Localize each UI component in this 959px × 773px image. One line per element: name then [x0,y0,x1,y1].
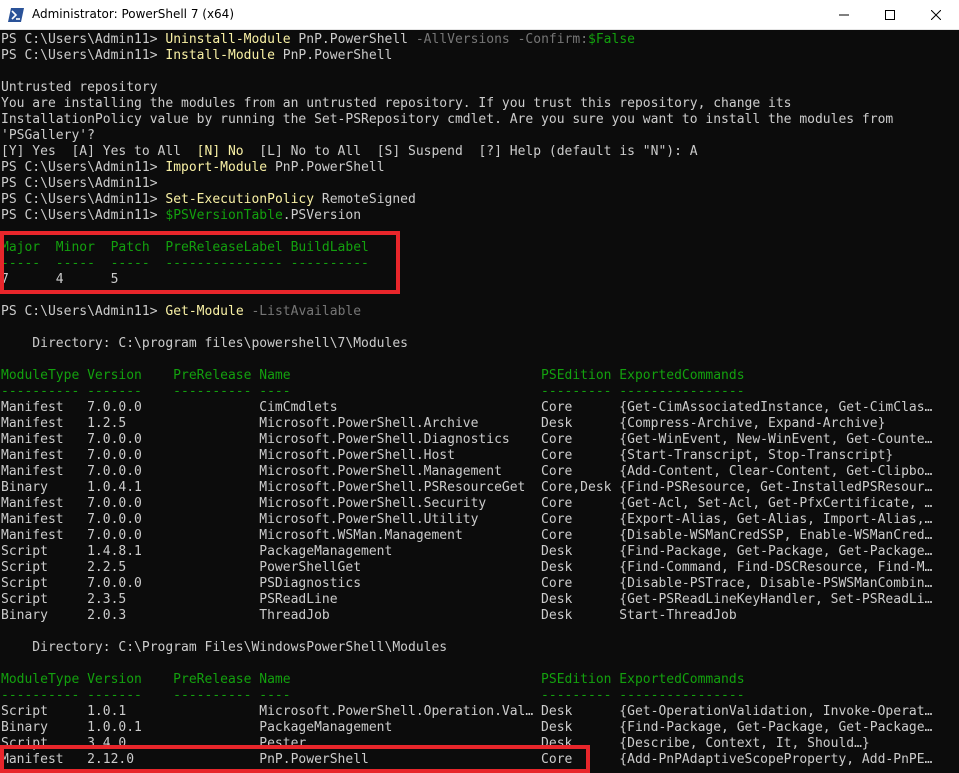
terminal-line: Manifest 7.0.0.0 Microsoft.PowerShell.Di… [1,432,932,448]
terminal-line: PS C:\Users\Admin11> $PSVersionTable.PSV… [1,208,361,224]
terminal-text: .PSVersion [282,208,362,223]
terminal-line: Binary 2.0.3 ThreadJob Desk Start-Thread… [1,608,737,624]
terminal-text: Manifest 7.0.0.0 CimCmdlets Core {Get-Ci… [1,400,933,415]
terminal-line: PS C:\Users\Admin11> Uninstall-Module Pn… [1,32,635,48]
terminal-line: Untrusted repository [1,80,158,96]
terminal-text: PS C:\Users\Admin11> [1,192,166,207]
terminal-text: InstallationPolicy value by running the … [1,112,894,127]
terminal-text: PS C:\Users\Admin11> [1,48,166,63]
terminal-text: Install-Module [165,48,275,63]
terminal-text: Binary 1.0.0.1 PackageManagement Desk {F… [1,720,933,735]
terminal-text: 'PSGallery'? [1,128,95,143]
terminal-text: Script 1.4.8.1 PackageManagement Desk {F… [1,544,933,559]
terminal-text: Directory: C:\Program Files\WindowsPower… [1,640,448,655]
terminal-text: Manifest 7.0.0.0 Microsoft.WSMan.Managem… [1,528,933,543]
terminal-line: PS C:\Users\Admin11> Set-ExecutionPolicy… [1,192,416,208]
terminal-line: PS C:\Users\Admin11> Get-Module -ListAva… [1,304,361,320]
terminal-text: Get-Module [165,304,244,319]
terminal-text: Binary 1.0.4.1 Microsoft.PowerShell.PSRe… [1,480,933,495]
terminal-line: Manifest 1.2.5 Microsoft.PowerShell.Arch… [1,416,885,432]
terminal-text: Import-Module [165,160,268,175]
terminal-line: Script 2.2.5 PowerShellGet Desk {Find-Co… [1,560,932,576]
terminal-line: InstallationPolicy value by running the … [1,112,893,128]
terminal-text: $PSVersionTable [165,208,283,223]
terminal-text: PS C:\Users\Admin11> [1,176,158,191]
minimize-icon [839,14,849,16]
terminal-text: Manifest 7.0.0.0 Microsoft.PowerShell.Ma… [1,464,933,479]
terminal-text: PS C:\Users\Admin11> [1,208,166,223]
powershell-icon [8,8,24,22]
terminal-line: 'PSGallery'? [1,128,95,144]
terminal-text: Manifest 7.0.0.0 Microsoft.PowerShell.Se… [1,496,933,511]
terminal-text: Manifest 7.0.0.0 Microsoft.PowerShell.Ut… [1,512,933,527]
terminal-text: Script 2.2.5 PowerShellGet Desk {Find-Co… [1,560,933,575]
terminal-text: PnP.PowerShell [290,32,416,47]
terminal-text: RemoteSigned [314,192,416,207]
terminal-text: -ListAvailable [243,304,362,319]
terminal-text: Directory: C:\program files\powershell\7… [1,336,408,351]
terminal-output[interactable]: PS C:\Users\Admin11> Uninstall-Module Pn… [0,30,959,769]
close-button[interactable] [913,0,959,30]
terminal-line: Binary 1.0.4.1 Microsoft.PowerShell.PSRe… [1,480,932,496]
terminal-line: ModuleType Version PreRelease Name PSEdi… [1,368,745,384]
terminal-line: ---------- ------- ---------- ---- -----… [1,688,745,704]
terminal-line: PS C:\Users\Admin11> Import-Module PnP.P… [1,160,385,176]
terminal-text: [Y] Yes [A] Yes to All [1,144,197,159]
terminal-text: Set-ExecutionPolicy [165,192,315,207]
terminal-text: ModuleType Version PreRelease Name PSEdi… [1,672,745,687]
window-title: Administrator: PowerShell 7 (x64) [32,7,235,21]
terminal-text: ---------- ------- ---------- ---- -----… [1,688,745,703]
terminal-line: PS C:\Users\Admin11> [1,176,158,192]
terminal-text: Manifest 7.0.0.0 Microsoft.PowerShell.Ho… [1,448,894,463]
terminal-text: You are installing the modules from an u… [1,96,792,111]
terminal-line: Manifest 7.0.0.0 CimCmdlets Core {Get-Ci… [1,400,932,416]
title-bar: Administrator: PowerShell 7 (x64) [0,0,959,30]
terminal-line: Script 2.3.5 PSReadLine Desk {Get-PSRead… [1,592,932,608]
maximize-icon [885,10,895,20]
terminal-text: Script 7.0.0.0 PSDiagnostics Core {Disab… [1,576,933,591]
terminal-text: Uninstall-Module [165,32,291,47]
terminal-text: [L] No to All [S] Suspend [?] Help (defa… [243,144,698,159]
terminal-line: ModuleType Version PreRelease Name PSEdi… [1,672,745,688]
terminal-text: -AllVersions -Confirm: [415,32,589,47]
terminal-text: PnP.PowerShell [274,48,393,63]
terminal-line: PS C:\Users\Admin11> Install-Module PnP.… [1,48,392,64]
terminal-text: PS C:\Users\Admin11> [1,160,166,175]
terminal-line: ---------- ------- ---------- ---- -----… [1,384,745,400]
terminal-line: [Y] Yes [A] Yes to All [N] No [L] No to … [1,144,698,160]
terminal-text: PnP.PowerShell [267,160,385,175]
terminal-line: Script 1.0.1 Microsoft.PowerShell.Operat… [1,704,932,720]
terminal-line: Directory: C:\Program Files\WindowsPower… [1,640,447,656]
terminal-line: Manifest 7.0.0.0 Microsoft.PowerShell.Se… [1,496,932,512]
terminal-text: Untrusted repository [1,80,158,95]
close-icon [931,10,941,20]
minimize-button[interactable] [821,0,867,30]
maximize-button[interactable] [867,0,913,30]
terminal-text: ---------- ------- ---------- ---- -----… [1,384,745,399]
terminal-text: Script 2.3.5 PSReadLine Desk {Get-PSRead… [1,592,933,607]
terminal-line: You are installing the modules from an u… [1,96,792,112]
terminal-line: Manifest 7.0.0.0 Microsoft.WSMan.Managem… [1,528,932,544]
terminal-text: ModuleType Version PreRelease Name PSEdi… [1,368,745,383]
terminal-line: Script 7.0.0.0 PSDiagnostics Core {Disab… [1,576,932,592]
version-highlight-box [0,231,400,294]
terminal-text: Manifest 1.2.5 Microsoft.PowerShell.Arch… [1,416,886,431]
terminal-text: PS C:\Users\Admin11> [1,304,166,319]
terminal-text: PS C:\Users\Admin11> [1,32,166,47]
terminal-text: [N] No [196,144,244,159]
terminal-text: Script 1.0.1 Microsoft.PowerShell.Operat… [1,704,933,719]
terminal-line: Binary 1.0.0.1 PackageManagement Desk {F… [1,720,932,736]
terminal-line: Manifest 7.0.0.0 Microsoft.PowerShell.Ma… [1,464,932,480]
terminal-line: Manifest 7.0.0.0 Microsoft.PowerShell.Ho… [1,448,893,464]
terminal-text: Binary 2.0.3 ThreadJob Desk Start-Thread… [1,608,737,623]
terminal-line: Directory: C:\program files\powershell\7… [1,336,408,352]
terminal-text: Manifest 7.0.0.0 Microsoft.PowerShell.Di… [1,432,933,447]
terminal-line: Script 1.4.8.1 PackageManagement Desk {F… [1,544,932,560]
terminal-line: Manifest 7.0.0.0 Microsoft.PowerShell.Ut… [1,512,932,528]
terminal-text: $False [588,32,635,47]
